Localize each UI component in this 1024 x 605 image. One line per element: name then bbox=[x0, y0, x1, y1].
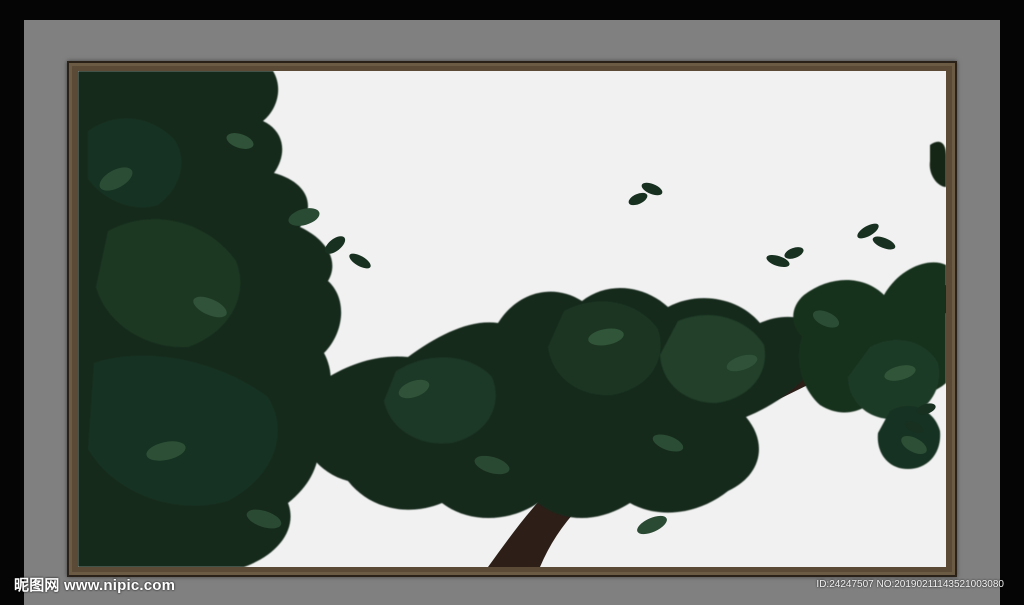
watermark-brand: 昵图网 bbox=[14, 577, 60, 594]
edge-leaf bbox=[784, 247, 804, 259]
tree-branch-artwork bbox=[78, 71, 946, 567]
watermark-brand-site: 昵图网 www.nipic.com bbox=[14, 574, 175, 595]
right-leaf-cluster-top bbox=[929, 141, 946, 187]
edge-leaf bbox=[349, 253, 371, 269]
leaf-highlight bbox=[637, 515, 667, 535]
watermark-site: www.nipic.com bbox=[63, 577, 176, 594]
painting-canvas bbox=[78, 71, 946, 567]
edge-leaf bbox=[628, 192, 648, 206]
edge-leaf bbox=[872, 236, 896, 250]
screenshot-stage: 昵图网 www.nipic.com ID:24247507 NO:2019021… bbox=[0, 0, 1024, 605]
watermark-id: ID:24247507 NO:20190211143521003080 bbox=[816, 579, 1004, 590]
